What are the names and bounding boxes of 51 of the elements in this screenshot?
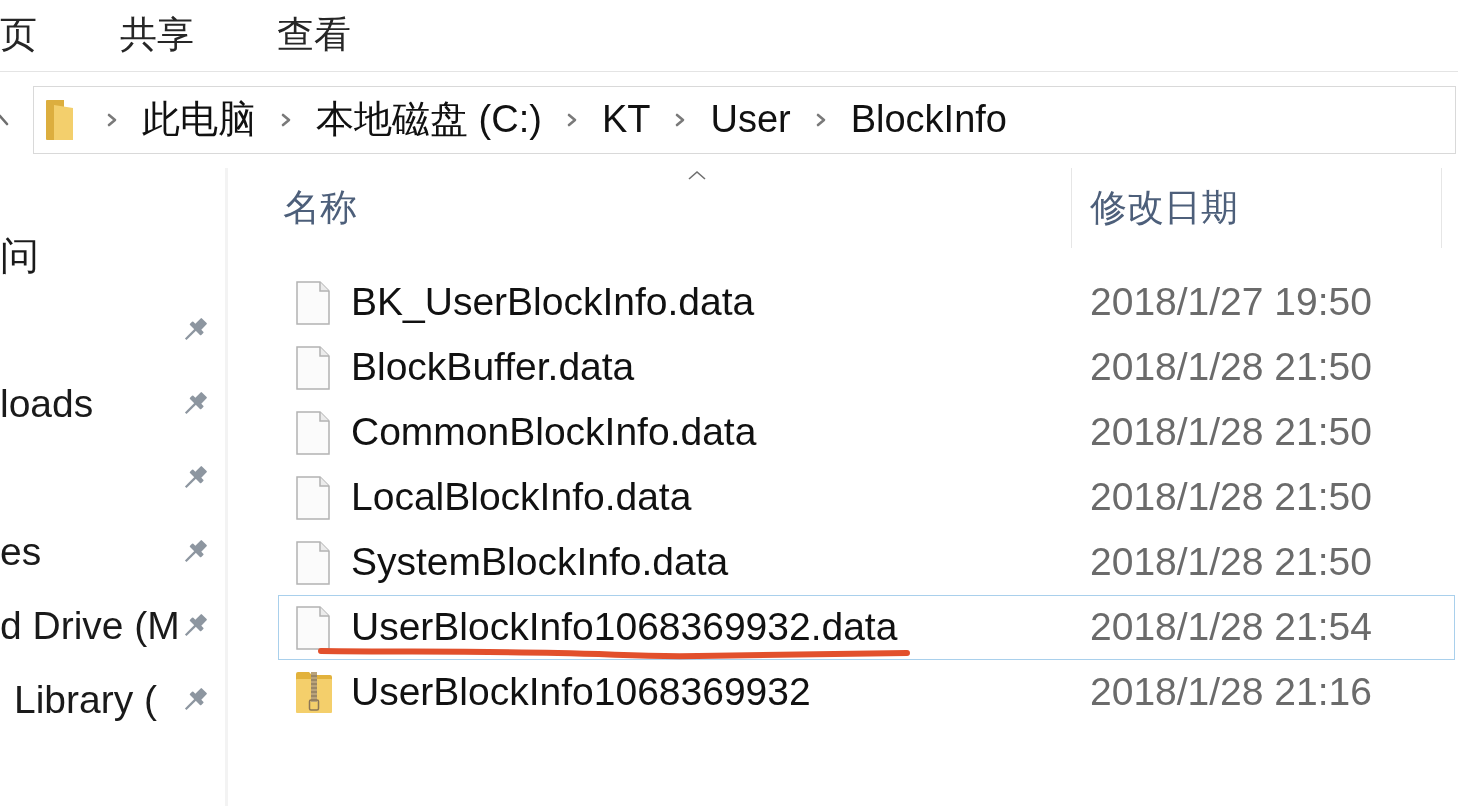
file-row[interactable]: SystemBlockInfo.data 2018/1/28 21:50 [278, 530, 1455, 595]
zip-folder-icon [296, 671, 332, 714]
document-icon [296, 345, 330, 390]
address-bar[interactable]: 此电脑 本地磁盘 (C:) KT User BlockInfo [33, 86, 1456, 154]
file-row[interactable]: BlockBuffer.data 2018/1/28 21:50 [278, 335, 1455, 400]
file-name: LocalBlockInfo.data [351, 476, 692, 519]
breadcrumb[interactable]: KT [601, 99, 651, 141]
chevron-icon[interactable] [281, 113, 291, 127]
nav-item[interactable]: Library ( [0, 678, 158, 722]
nav-item[interactable]: d Drive (M [0, 604, 180, 648]
date-modified: 2018/1/28 21:54 [1089, 606, 1372, 649]
nav-item[interactable]: es [0, 530, 42, 574]
nav-item[interactable]: loads [0, 382, 94, 426]
date-modified: 2018/1/28 21:16 [1089, 671, 1372, 714]
document-icon [296, 410, 330, 455]
column-header[interactable]: 修改日期 [1071, 168, 1442, 248]
date-modified: 2018/1/28 21:50 [1089, 476, 1372, 519]
file-name: BlockBuffer.data [351, 346, 635, 389]
file-name: SystemBlockInfo.data [351, 541, 729, 584]
ribbon-tab[interactable]: 查看 [277, 15, 351, 56]
file-name: UserBlockInfo1068369932 [351, 671, 811, 714]
date-modified: 2018/1/28 21:50 [1089, 411, 1372, 454]
file-row[interactable]: UserBlockInfo1068369932.data 2018/1/28 21:54 [278, 595, 1455, 660]
nav-item[interactable]: 问 [0, 234, 39, 278]
ribbon-tab[interactable]: 页 [0, 15, 37, 56]
date-modified: 2018/1/28 21:50 [1089, 541, 1372, 584]
document-icon [296, 475, 330, 520]
date-modified: 2018/1/27 19:50 [1089, 281, 1372, 324]
file-name: CommonBlockInfo.data [351, 411, 757, 454]
file-row[interactable]: CommonBlockInfo.data 2018/1/28 21:50 [278, 400, 1455, 465]
ribbon-tab[interactable]: 共享 [120, 15, 194, 56]
chevron-icon[interactable] [566, 113, 577, 127]
file-name: BK_UserBlockInfo.data [351, 281, 755, 324]
chevron-icon[interactable] [107, 113, 117, 127]
breadcrumb[interactable]: User [710, 99, 791, 141]
breadcrumb[interactable]: 此电脑 [142, 99, 256, 141]
document-icon [296, 605, 330, 650]
file-row[interactable]: LocalBlockInfo.data 2018/1/28 21:50 [278, 465, 1455, 530]
document-icon [296, 280, 330, 325]
chevron-icon[interactable] [675, 113, 686, 127]
document-icon [296, 540, 330, 585]
file-row[interactable]: UserBlockInfo1068369932 2018/1/28 21:16 [278, 660, 1455, 725]
date-modified: 2018/1/28 21:50 [1089, 346, 1372, 389]
file-row[interactable]: BK_UserBlockInfo.data 2018/1/27 19:50 [278, 270, 1455, 335]
breadcrumb[interactable]: 本地磁盘 (C:) [316, 99, 542, 141]
file-name: UserBlockInfo1068369932.data [351, 606, 898, 649]
chevron-icon[interactable] [815, 113, 826, 127]
column-header[interactable]: 名称 [228, 168, 1071, 248]
breadcrumb[interactable]: BlockInfo [850, 99, 1007, 141]
folder-icon [45, 99, 75, 141]
sort-caret-icon [687, 170, 707, 180]
